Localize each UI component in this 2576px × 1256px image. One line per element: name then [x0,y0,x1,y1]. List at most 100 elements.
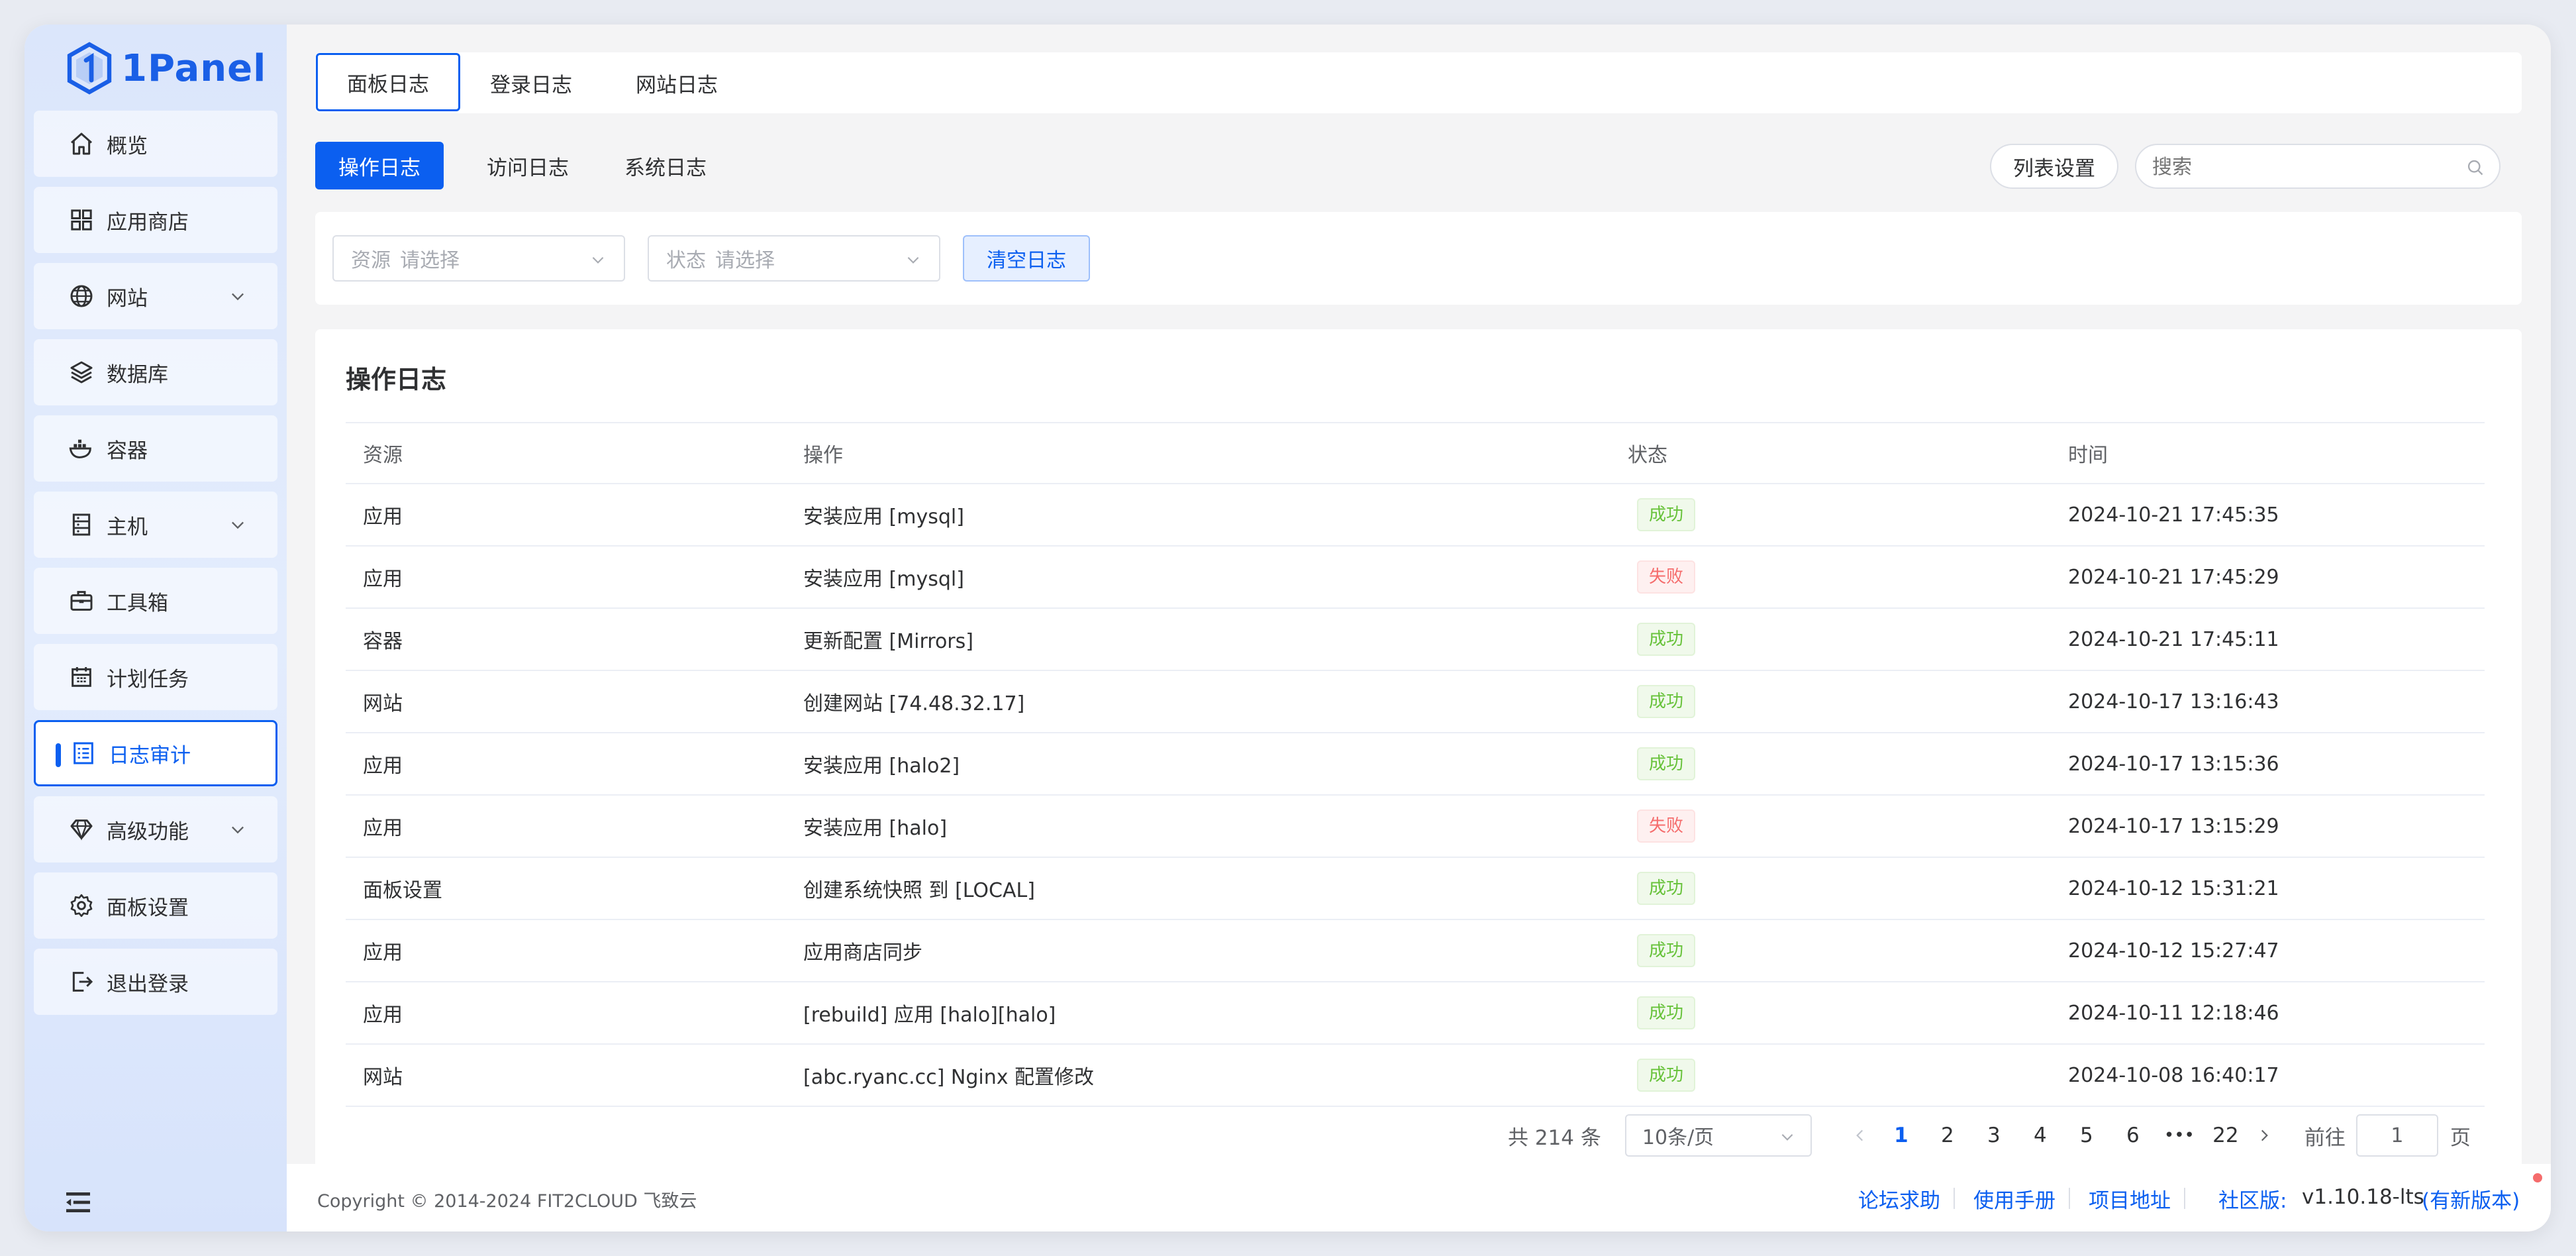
gear-icon [67,891,96,920]
forum-link[interactable]: 论坛求助 [1858,1184,1940,1214]
page-2[interactable]: 2 [1924,1124,1971,1147]
table-row: 容器 更新配置 [Mirrors] 成功 2024-10-21 17:45:11 [346,608,2485,671]
sidebar-item-app-store[interactable]: 应用商店 [34,187,277,253]
cell-status: 成功 [1610,670,2051,733]
sidebar-item-label: 应用商店 [107,210,189,235]
version-text: v1.10.18-lts [2302,1185,2424,1209]
table-row: 应用 安装应用 [mysql] 成功 2024-10-21 17:45:35 [346,484,2485,547]
sidebar-item-container[interactable]: 容器 [34,415,277,482]
chevron-right-icon[interactable] [2255,1127,2273,1144]
status-badge: 成功 [1637,623,1696,656]
chevron-down-icon [592,256,604,264]
column-settings-button[interactable]: 列表设置 [1990,144,2118,189]
page-4[interactable]: 4 [2017,1124,2063,1147]
toolbox-icon [67,586,96,615]
tab-label: 访问日志 [487,156,569,180]
sidebar: 1Panel 概览 应用商店 网站 数据库 容器 主机 工具箱 计划任务 日志审… [25,25,287,1231]
logo-text: 1Panel [121,46,267,90]
cell-time: 2024-10-21 17:45:11 [2051,608,2485,671]
logout-icon [67,967,96,996]
cell-resource: 应用 [346,484,786,547]
sidebar-item-host[interactable]: 主机 [34,492,277,558]
column-header: 状态 [1610,422,2051,484]
cell-resource: 网站 [346,670,786,733]
chevron-down-icon [907,256,919,264]
sidebar-item-logout[interactable]: 退出登录 [34,949,277,1015]
cell-action: 创建系统快照 到 [LOCAL] [786,857,1610,920]
table-row: 应用 [rebuild] 应用 [halo][halo] 成功 2024-10-… [346,982,2485,1045]
cell-time: 2024-10-21 17:45:35 [2051,484,2485,547]
tab-access-log[interactable]: 访问日志 [467,142,589,189]
log-icon [69,739,98,768]
resource-select[interactable]: 资源 请选择 [332,235,625,282]
tab-label: 系统日志 [624,156,707,180]
status-select[interactable]: 状态 请选择 [648,235,940,282]
tab-operation-log[interactable]: 操作日志 [315,142,444,189]
logo[interactable]: 1Panel [66,36,266,100]
goto-label: 前往 [2304,1125,2346,1150]
page-ellipsis[interactable]: ••• [2156,1125,2203,1145]
active-indicator [56,743,61,767]
sidebar-item-label: 日志审计 [109,743,191,768]
tab-system-log[interactable]: 系统日志 [605,142,726,189]
tab-login-log[interactable]: 登录日志 [470,54,592,111]
project-link[interactable]: 项目地址 [2089,1184,2171,1214]
sidebar-item-log-audit[interactable]: 日志审计 [34,720,277,786]
search-input[interactable] [2151,150,2445,183]
cell-status: 成功 [1610,982,2051,1045]
status-badge: 失败 [1637,560,1696,594]
update-link[interactable]: (有新版本) [2422,1184,2520,1214]
sidebar-item-toolbox[interactable]: 工具箱 [34,568,277,634]
sidebar-item-label: 高级功能 [107,819,189,844]
divider [2184,1188,2185,1209]
grid-icon [67,205,96,235]
cell-action: 更新配置 [Mirrors] [786,608,1610,671]
cell-action: 安装应用 [halo] [786,795,1610,858]
cell-resource: 应用 [346,919,786,982]
sidebar-item-label: 数据库 [107,362,168,387]
column-header: 操作 [786,422,1610,484]
edition-label: 社区版: [2218,1189,2287,1213]
cell-status: 成功 [1610,919,2051,982]
status-badge: 成功 [1637,1059,1696,1092]
server-icon [67,510,96,539]
chevron-down-icon [232,521,244,529]
page-6[interactable]: 6 [2110,1124,2156,1147]
table-row: 面板设置 创建系统快照 到 [LOCAL] 成功 2024-10-12 15:3… [346,857,2485,920]
search-box [2135,144,2501,189]
sidebar-item-website[interactable]: 网站 [34,263,277,329]
sidebar-menu: 概览 应用商店 网站 数据库 容器 主机 工具箱 计划任务 日志审计 高级功能 … [34,111,277,1025]
page-size-select[interactable]: 10条/页 [1624,1114,1812,1157]
cell-time: 2024-10-21 17:45:29 [2051,546,2485,609]
goto-page-input[interactable] [2355,1114,2438,1157]
clear-logs-button[interactable]: 清空日志 [963,235,1090,282]
copyright: Copyright © 2014-2024 FIT2CLOUD 飞致云 [317,1191,697,1212]
home-icon [67,129,96,158]
tab-website-log[interactable]: 网站日志 [616,54,738,111]
layers-icon [67,358,96,387]
docker-icon [67,434,96,463]
search-icon[interactable] [2466,158,2485,177]
menu-collapse-icon[interactable] [63,1190,93,1214]
sidebar-item-database[interactable]: 数据库 [34,339,277,405]
cell-action: 安装应用 [mysql] [786,484,1610,547]
sidebar-item-advanced[interactable]: 高级功能 [34,796,277,863]
page-1[interactable]: 1 [1878,1124,1924,1147]
tab-label: 登录日志 [490,73,572,97]
sidebar-item-cron[interactable]: 计划任务 [34,644,277,710]
chevron-left-icon[interactable] [1852,1127,1869,1144]
cell-action: [abc.ryanc.cc] Nginx 配置修改 [786,1044,1610,1107]
page-size-value: 10条/页 [1642,1126,1714,1149]
button-label: 列表设置 [2013,156,2095,181]
status-badge: 成功 [1637,934,1696,967]
sidebar-item-overview[interactable]: 概览 [34,111,277,177]
pagination: 共 214 条 10条/页 1 2 3 4 5 6 ••• 22 前往 页 [1508,1114,2471,1157]
page-last[interactable]: 22 [2203,1124,2249,1147]
cell-time: 2024-10-12 15:31:21 [2051,857,2485,920]
sidebar-item-settings[interactable]: 面板设置 [34,872,277,939]
page-5[interactable]: 5 [2063,1124,2110,1147]
tab-panel-log[interactable]: 面板日志 [316,53,460,111]
page-3[interactable]: 3 [1971,1124,2017,1147]
sidebar-item-label: 退出登录 [107,972,189,996]
manual-link[interactable]: 使用手册 [1973,1184,2056,1214]
